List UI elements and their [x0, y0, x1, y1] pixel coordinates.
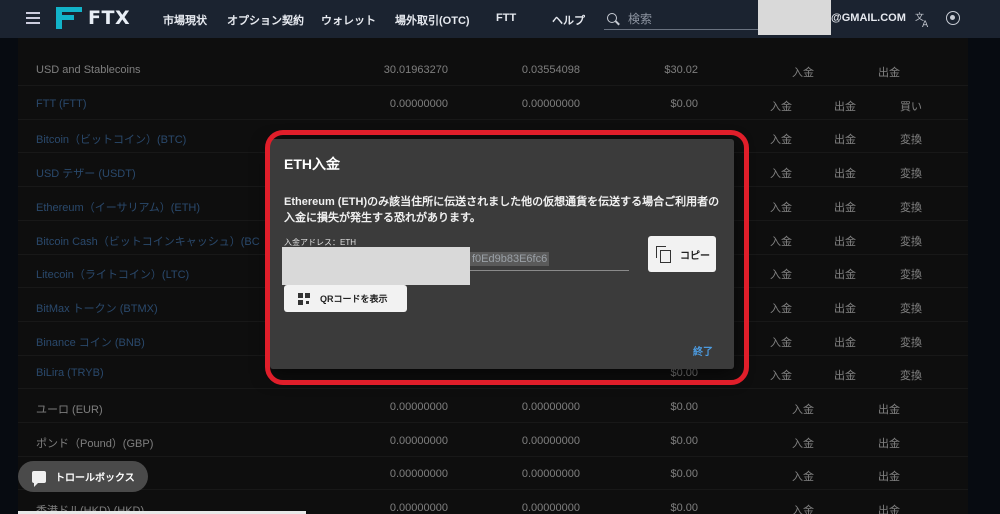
nav-help[interactable]: ヘルプ [552, 12, 585, 28]
search-icon [606, 12, 620, 26]
trollbox-button[interactable]: トロールボックス [18, 461, 148, 492]
account-email[interactable]: @GMAIL.COM [831, 12, 906, 24]
ftx-logo-mark-icon [56, 7, 84, 29]
top-header: FTX 市場現状 オプション契約 ウォレット 場外取引(OTC) FTT ヘルプ… [0, 0, 1000, 38]
chat-icon [32, 470, 46, 487]
nav-options[interactable]: オプション契約 [227, 12, 304, 28]
trollbox-label: トロールボックス [55, 473, 135, 484]
nav-markets[interactable]: 市場現状 [163, 12, 207, 28]
theme-toggle-icon[interactable] [946, 11, 960, 25]
redacted-email-block [758, 0, 831, 35]
nav-ftt[interactable]: FTT [496, 12, 516, 24]
search-placeholder: 検索 [628, 12, 653, 26]
hamburger-menu-icon[interactable] [26, 12, 40, 24]
logo-text: FTX [88, 7, 131, 29]
svg-text:A: A [922, 20, 929, 28]
translate-icon[interactable]: 文A [914, 10, 932, 30]
nav-wallet[interactable]: ウォレット [321, 12, 376, 28]
ftx-logo[interactable]: FTX [56, 7, 130, 29]
search-bar[interactable]: 検索 [604, 8, 764, 30]
red-highlight-frame [265, 130, 749, 385]
nav-otc[interactable]: 場外取引(OTC) [395, 12, 470, 28]
